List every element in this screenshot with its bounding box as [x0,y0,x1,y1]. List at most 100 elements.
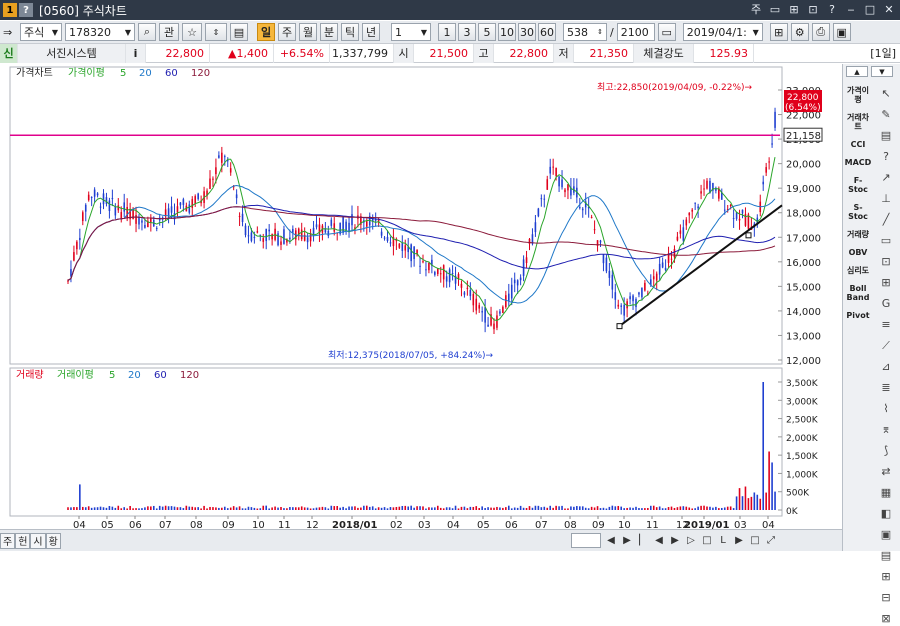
drawing-tool-icon[interactable]: ⟋ [877,338,895,353]
drawing-tool-icon[interactable]: ▤ [877,128,895,143]
volume-bar [735,496,738,510]
layout-button[interactable]: ▣ [832,23,851,41]
print-button[interactable]: ⎙ [811,23,830,41]
titlebar-icon[interactable]: ‒ [844,2,858,16]
market-select[interactable]: 주식 ▼ [20,23,62,41]
indicator-item[interactable]: 가격이평 [844,86,872,104]
titlebar-icon[interactable]: ? [825,2,839,16]
drawing-tool-icon[interactable]: ⌇ [877,401,895,416]
drawing-tool-icon[interactable]: ▣ [877,527,895,542]
drawing-tool-icon[interactable]: ✎ [877,107,895,122]
bottom-tab[interactable]: 황 [45,532,61,549]
bottom-tab[interactable]: 헌 [15,532,31,549]
interval-button[interactable]: 10 [498,23,516,41]
arrow-icon[interactable]: ⇒ [3,26,17,39]
grid-button[interactable]: ⊞ [769,23,788,41]
drawing-tool-icon[interactable]: ▭ [877,233,895,248]
titlebar-icon[interactable]: ▭ [768,2,782,16]
bottom-tab[interactable]: 시 [30,532,46,549]
drawing-tool-icon[interactable]: ⊿ [877,359,895,374]
scroll-updown-button[interactable]: ⇕ [205,23,227,41]
nav-icon[interactable]: ▷ [684,533,698,548]
stock-code-input[interactable]: 178320 ▼ [65,23,135,41]
panel-arrow-icon[interactable]: ▲ [846,66,868,77]
titlebar-icon[interactable]: ✕ [882,2,896,16]
help-badge[interactable]: ? [19,3,33,17]
drawing-tool-icon[interactable]: ⊞ [877,569,895,584]
drawing-tool-icon[interactable]: ↖ [877,86,895,101]
drawing-tool-icon[interactable]: ⊥ [877,191,895,206]
drawing-tool-icon[interactable]: ▦ [877,485,895,500]
indicator-item[interactable]: F-Stoc [844,176,872,194]
indicator-item[interactable]: Boll Band [844,284,872,302]
system-button[interactable]: 신 [0,43,18,63]
drawing-tool-icon[interactable]: ▤ [877,548,895,563]
chart-area[interactable]: 23,00022,00021,00020,00019,00018,00017,0… [0,64,840,531]
drawing-tool-icon[interactable]: ? [877,149,895,164]
favorite-button[interactable]: ☆ [182,23,202,41]
interval-button[interactable]: 3 [458,23,476,41]
nav-icon[interactable]: ⤢ [764,533,778,548]
nav-icon[interactable]: ▏ [636,533,650,548]
indicator-item[interactable]: MACD [844,158,872,167]
titlebar-icon[interactable]: 주 [749,2,763,16]
drawing-tool-icon[interactable]: ↗ [877,170,895,185]
drawing-tool-icon[interactable]: G [877,296,895,311]
drawing-tool-icon[interactable]: ⊞ [877,275,895,290]
total-input[interactable]: 2100 [616,23,655,41]
nav-icon[interactable]: ▶ [668,533,682,548]
period-tab-button[interactable]: 틱 [341,23,359,41]
info-button[interactable]: i [126,43,146,63]
settings-button[interactable]: ⚙ [790,23,809,41]
tag-button[interactable]: 관 [159,23,179,41]
indicator-item[interactable]: S-Stoc [844,203,872,221]
period-tab-button[interactable]: 주 [278,23,296,41]
scroll-thumb[interactable] [571,533,601,548]
period-tab-button[interactable]: 분 [320,23,338,41]
count-input[interactable]: 538 ⇕ [563,23,607,41]
stock-chart[interactable]: 23,00022,00021,00020,00019,00018,00017,0… [0,64,840,531]
apply-button[interactable]: ▭ [657,23,676,41]
drawing-tool-icon[interactable]: ≡ [877,317,895,332]
interval-button[interactable]: 60 [538,23,556,41]
nav-icon[interactable]: L [716,533,730,548]
titlebar-icon[interactable]: ⊞ [787,2,801,16]
drawing-tool-icon[interactable]: ⇄ [877,464,895,479]
indicator-item[interactable]: OBV [844,248,872,257]
nav-icon[interactable]: ◀ [652,533,666,548]
date-select[interactable]: 2019/04/1: ▼ [682,23,763,41]
indicator-item[interactable]: CCI [844,140,872,149]
period-tab-button[interactable]: 년 [362,23,380,41]
interval-button[interactable]: 5 [478,23,496,41]
titlebar-icon[interactable]: ⊡ [806,2,820,16]
panel-arrow-icon[interactable]: ▼ [871,66,893,77]
indicator-item[interactable]: 심리도 [844,266,872,275]
drawing-tool-icon[interactable]: ⊡ [877,254,895,269]
interval-button[interactable]: 30 [518,23,536,41]
nav-icon[interactable]: ▶ [732,533,746,548]
period-tab-button[interactable]: 월 [299,23,317,41]
nav-icon[interactable]: ◀ [604,533,618,548]
interval-button[interactable]: 1 [438,23,456,41]
drawing-tool-icon[interactable]: ⌆ [877,422,895,437]
period-day-button[interactable]: 일 [257,23,275,41]
titlebar-icon[interactable]: □ [863,2,877,16]
bottom-tab[interactable]: 주 [0,532,16,549]
volume-bar [194,507,197,510]
nav-icon[interactable]: ▶ [620,533,634,548]
drawing-tool-icon[interactable]: ⊟ [877,590,895,605]
indicator-item[interactable]: Pivot [844,311,872,320]
interval-select[interactable]: 1 ▼ [391,23,431,41]
drawing-tool-icon[interactable]: ╱ [877,212,895,227]
drawing-tool-icon[interactable]: ⟆ [877,443,895,458]
config-button[interactable]: ▤ [230,23,248,41]
nav-icon[interactable]: □ [700,533,714,548]
drawing-tool-icon[interactable]: ⊠ [877,611,895,626]
volume-bar [676,507,679,510]
indicator-item[interactable]: 거래량 [844,230,872,239]
drawing-tool-icon[interactable]: ≣ [877,380,895,395]
drawing-tool-icon[interactable]: ◧ [877,506,895,521]
search-button[interactable]: ⌕ [138,23,156,41]
nav-icon[interactable]: □ [748,533,762,548]
indicator-item[interactable]: 거래차트 [844,113,872,131]
